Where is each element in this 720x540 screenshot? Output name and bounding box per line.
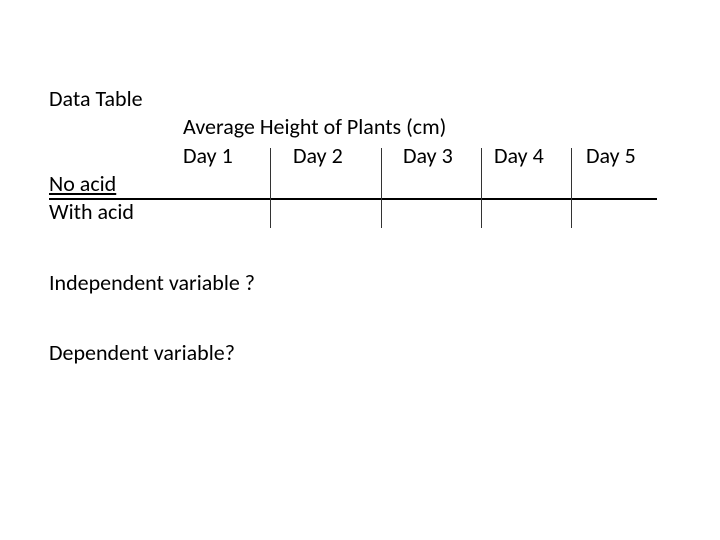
table-vline-2 xyxy=(381,148,382,228)
table-vline-3 xyxy=(481,148,482,228)
table-horizontal-rule xyxy=(49,198,657,200)
slide: Data Table Average Height of Plants (cm)… xyxy=(0,0,720,540)
row-header-with-acid: With acid xyxy=(49,198,134,225)
column-header-day1: Day 1 xyxy=(183,142,233,169)
table-title: Average Height of Plants (cm) xyxy=(183,113,446,140)
row-header-no-acid: No acid xyxy=(49,170,116,197)
column-header-day3: Day 3 xyxy=(403,142,453,169)
question-independent-variable: Independent variable ? xyxy=(49,269,255,296)
column-header-day2: Day 2 xyxy=(293,142,343,169)
column-header-day4: Day 4 xyxy=(494,142,544,169)
question-dependent-variable: Dependent variable? xyxy=(49,339,235,366)
data-table-heading: Data Table xyxy=(49,85,143,112)
column-header-day5: Day 5 xyxy=(586,142,636,169)
table-vline-1 xyxy=(270,148,271,228)
table-vline-4 xyxy=(571,148,572,228)
